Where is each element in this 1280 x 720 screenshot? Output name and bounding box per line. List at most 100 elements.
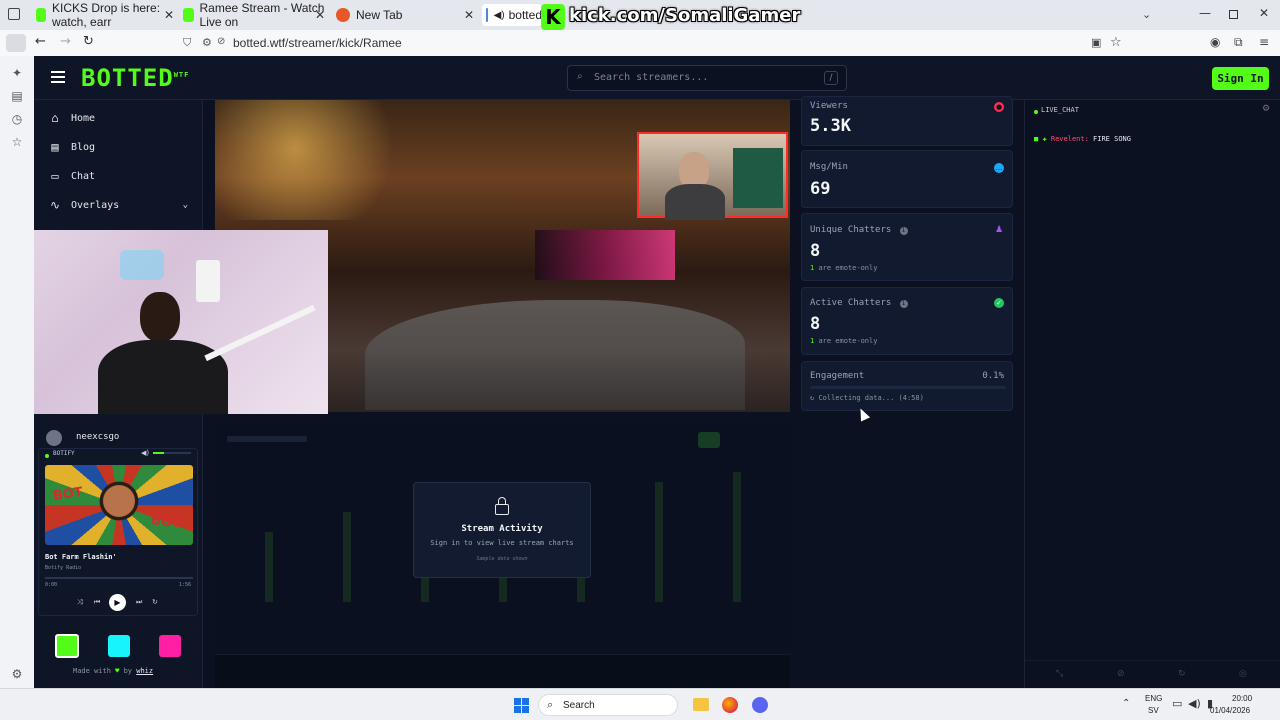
nav-item-chat[interactable]: ▭ Chat — [48, 166, 95, 186]
taskbar-search-label: Search — [563, 700, 595, 711]
account-icon[interactable]: ◉ — [1210, 35, 1220, 49]
close-tab-icon[interactable]: ✕ — [315, 8, 325, 22]
search-icon: ⌕ — [577, 71, 583, 82]
nav-item-overlays[interactable]: ∿ Overlays ⌄ — [48, 195, 188, 215]
discord-icon[interactable] — [752, 697, 768, 713]
volume-icon[interactable]: ◀) — [1188, 697, 1201, 710]
previous-icon[interactable]: ⏮ — [94, 598, 100, 607]
stat-label: Msg/Min — [810, 162, 848, 172]
shield-icon[interactable]: ⛉ — [183, 36, 191, 50]
shuffle-icon[interactable]: ⤨ — [77, 598, 83, 607]
collapse-icon[interactable]: ⤡ — [1056, 669, 1063, 679]
sync-icon[interactable]: ▤ — [10, 89, 24, 103]
bookmarks-icon[interactable]: ☆ — [10, 135, 24, 149]
info-icon[interactable]: i — [899, 300, 908, 308]
logo-sup: WTF — [173, 71, 190, 79]
taskbar-search[interactable]: ⌕ Search — [538, 694, 678, 716]
clock-time[interactable]: 20:00 — [1232, 694, 1252, 703]
lock-icon — [495, 497, 509, 515]
volume-icon[interactable]: ◀) — [141, 449, 149, 457]
live-dot-icon — [1034, 110, 1038, 114]
browser-toolbar: ← → ↻ ⛉ ⚙ ⊘ botted.wtf/streamer/kick/Ram… — [0, 30, 1280, 56]
chat-title: LIVE_CHAT — [1041, 106, 1079, 114]
info-icon[interactable]: i — [899, 227, 908, 235]
stat-value: 8 — [810, 241, 821, 261]
language-code[interactable]: ENG — [1145, 694, 1162, 703]
hamburger-menu-icon[interactable] — [51, 71, 65, 83]
address-bar[interactable]: botted.wtf/streamer/kick/Ramee — [233, 36, 402, 50]
reload-icon[interactable]: ↻ — [83, 34, 94, 49]
restore-window-icon[interactable] — [1229, 10, 1238, 19]
nav-item-blog[interactable]: ▤ Blog — [48, 137, 95, 157]
keyboard-layout[interactable]: SV — [1148, 706, 1159, 715]
chat-settings-icon[interactable]: ⚙ — [1262, 104, 1270, 114]
stream-activity-lock-card[interactable]: Stream Activity Sign in to view live str… — [413, 482, 591, 578]
color-swatch-pink[interactable] — [159, 635, 181, 657]
windows-start-icon[interactable] — [514, 698, 529, 713]
minimize-window-icon[interactable]: — — [1199, 6, 1211, 20]
sidebar-toggle-icon[interactable] — [6, 34, 26, 52]
volume-slider[interactable] — [153, 452, 191, 454]
tab-overview-icon[interactable] — [8, 8, 20, 20]
color-swatch-green[interactable] — [55, 634, 79, 658]
close-tab-icon[interactable]: ✕ — [464, 8, 474, 22]
browser-tab[interactable]: KICKS Drop is here: watch, earr ✕ — [36, 1, 174, 29]
streamer-row[interactable]: neexcsgo — [46, 430, 196, 446]
browser-tab[interactable]: Ramee Stream - Watch Live on ✕ — [183, 1, 325, 29]
kick-favicon-icon — [183, 8, 194, 22]
emote-off-icon[interactable]: ⊘ — [1117, 669, 1125, 679]
screenshot-icon[interactable]: ▣ — [1091, 36, 1101, 49]
home-icon: ⌂ — [51, 111, 59, 125]
ai-sparkle-icon[interactable]: ✦ — [10, 66, 24, 80]
overlay-channel-url: kick.com/SomaliGamer — [569, 5, 801, 26]
author-link[interactable]: whiz — [136, 667, 153, 675]
back-arrow-icon[interactable]: ← — [35, 34, 46, 49]
sign-in-button[interactable]: Sign In — [1212, 67, 1269, 90]
site-header: BOTTEDWTF ⌕ Search streamers... / Sign I… — [34, 56, 1280, 100]
stat-label: Engagement — [810, 371, 865, 381]
menu-icon[interactable]: ≡ — [1259, 35, 1269, 49]
browser-tab-active[interactable]: ◀) botted — [482, 4, 542, 26]
stat-label: Viewers — [810, 101, 848, 111]
forward-arrow-icon[interactable]: → — [60, 34, 71, 49]
play-button[interactable]: ▶ — [109, 594, 126, 611]
network-icon[interactable]: ▭ — [1172, 697, 1182, 710]
nav-label: Blog — [71, 141, 96, 153]
settings-icon[interactable]: ⚙ — [10, 667, 24, 681]
firefox-icon[interactable] — [722, 697, 738, 713]
close-window-icon[interactable]: ✕ — [1259, 6, 1269, 20]
chat-username[interactable]: Revelent: — [1051, 135, 1089, 143]
extensions-icon[interactable]: ⧉ — [1234, 35, 1243, 50]
refresh-icon[interactable]: ↻ — [1178, 669, 1186, 679]
stat-value: 8 — [810, 314, 821, 334]
repeat-icon[interactable]: ↻ — [152, 598, 158, 606]
stat-sub: 1 are emote-only — [810, 337, 878, 345]
browser-tab-bar: KICKS Drop is here: watch, earr ✕ Ramee … — [0, 0, 1280, 30]
footer-credit: Made with ♥ by whiz — [73, 667, 153, 675]
document-icon: ▤ — [51, 140, 59, 154]
time-total: 1:56 — [179, 582, 192, 588]
color-swatch-cyan[interactable] — [108, 635, 130, 657]
nav-item-home[interactable]: ⌂ Home — [48, 108, 95, 128]
speaker-icon[interactable]: ◀) — [494, 10, 505, 21]
file-explorer-icon[interactable] — [693, 698, 709, 711]
browser-tab[interactable]: New Tab ✕ — [336, 4, 474, 26]
spinner-icon: ↻ — [810, 394, 815, 402]
engagement-progress-bar — [810, 386, 1006, 389]
streamer-name: neexcsgo — [76, 432, 120, 442]
botted-logo[interactable]: BOTTEDWTF — [81, 64, 189, 92]
botted-site: BOTTEDWTF ⌕ Search streamers... / Sign I… — [34, 56, 1280, 688]
clock-date[interactable]: 01/04/2026 — [1210, 706, 1250, 715]
bookmark-star-icon[interactable]: ☆ — [1110, 35, 1122, 50]
search-input[interactable]: ⌕ Search streamers... / — [567, 65, 847, 91]
tab-list-chevron-icon[interactable]: ⌄ — [1142, 8, 1151, 21]
tab-title: botted — [508, 8, 542, 22]
site-info-icon[interactable]: ⚙ — [202, 36, 212, 49]
progress-bar[interactable] — [45, 577, 193, 579]
close-tab-icon[interactable]: ✕ — [164, 8, 174, 22]
tray-chevron-icon[interactable]: ⌃ — [1122, 698, 1130, 709]
popout-icon[interactable]: ◎ — [1239, 669, 1247, 679]
next-icon[interactable]: ⏭ — [136, 598, 142, 607]
track-artist: Botify Radio — [45, 565, 82, 571]
history-icon[interactable]: ◷ — [10, 112, 24, 126]
